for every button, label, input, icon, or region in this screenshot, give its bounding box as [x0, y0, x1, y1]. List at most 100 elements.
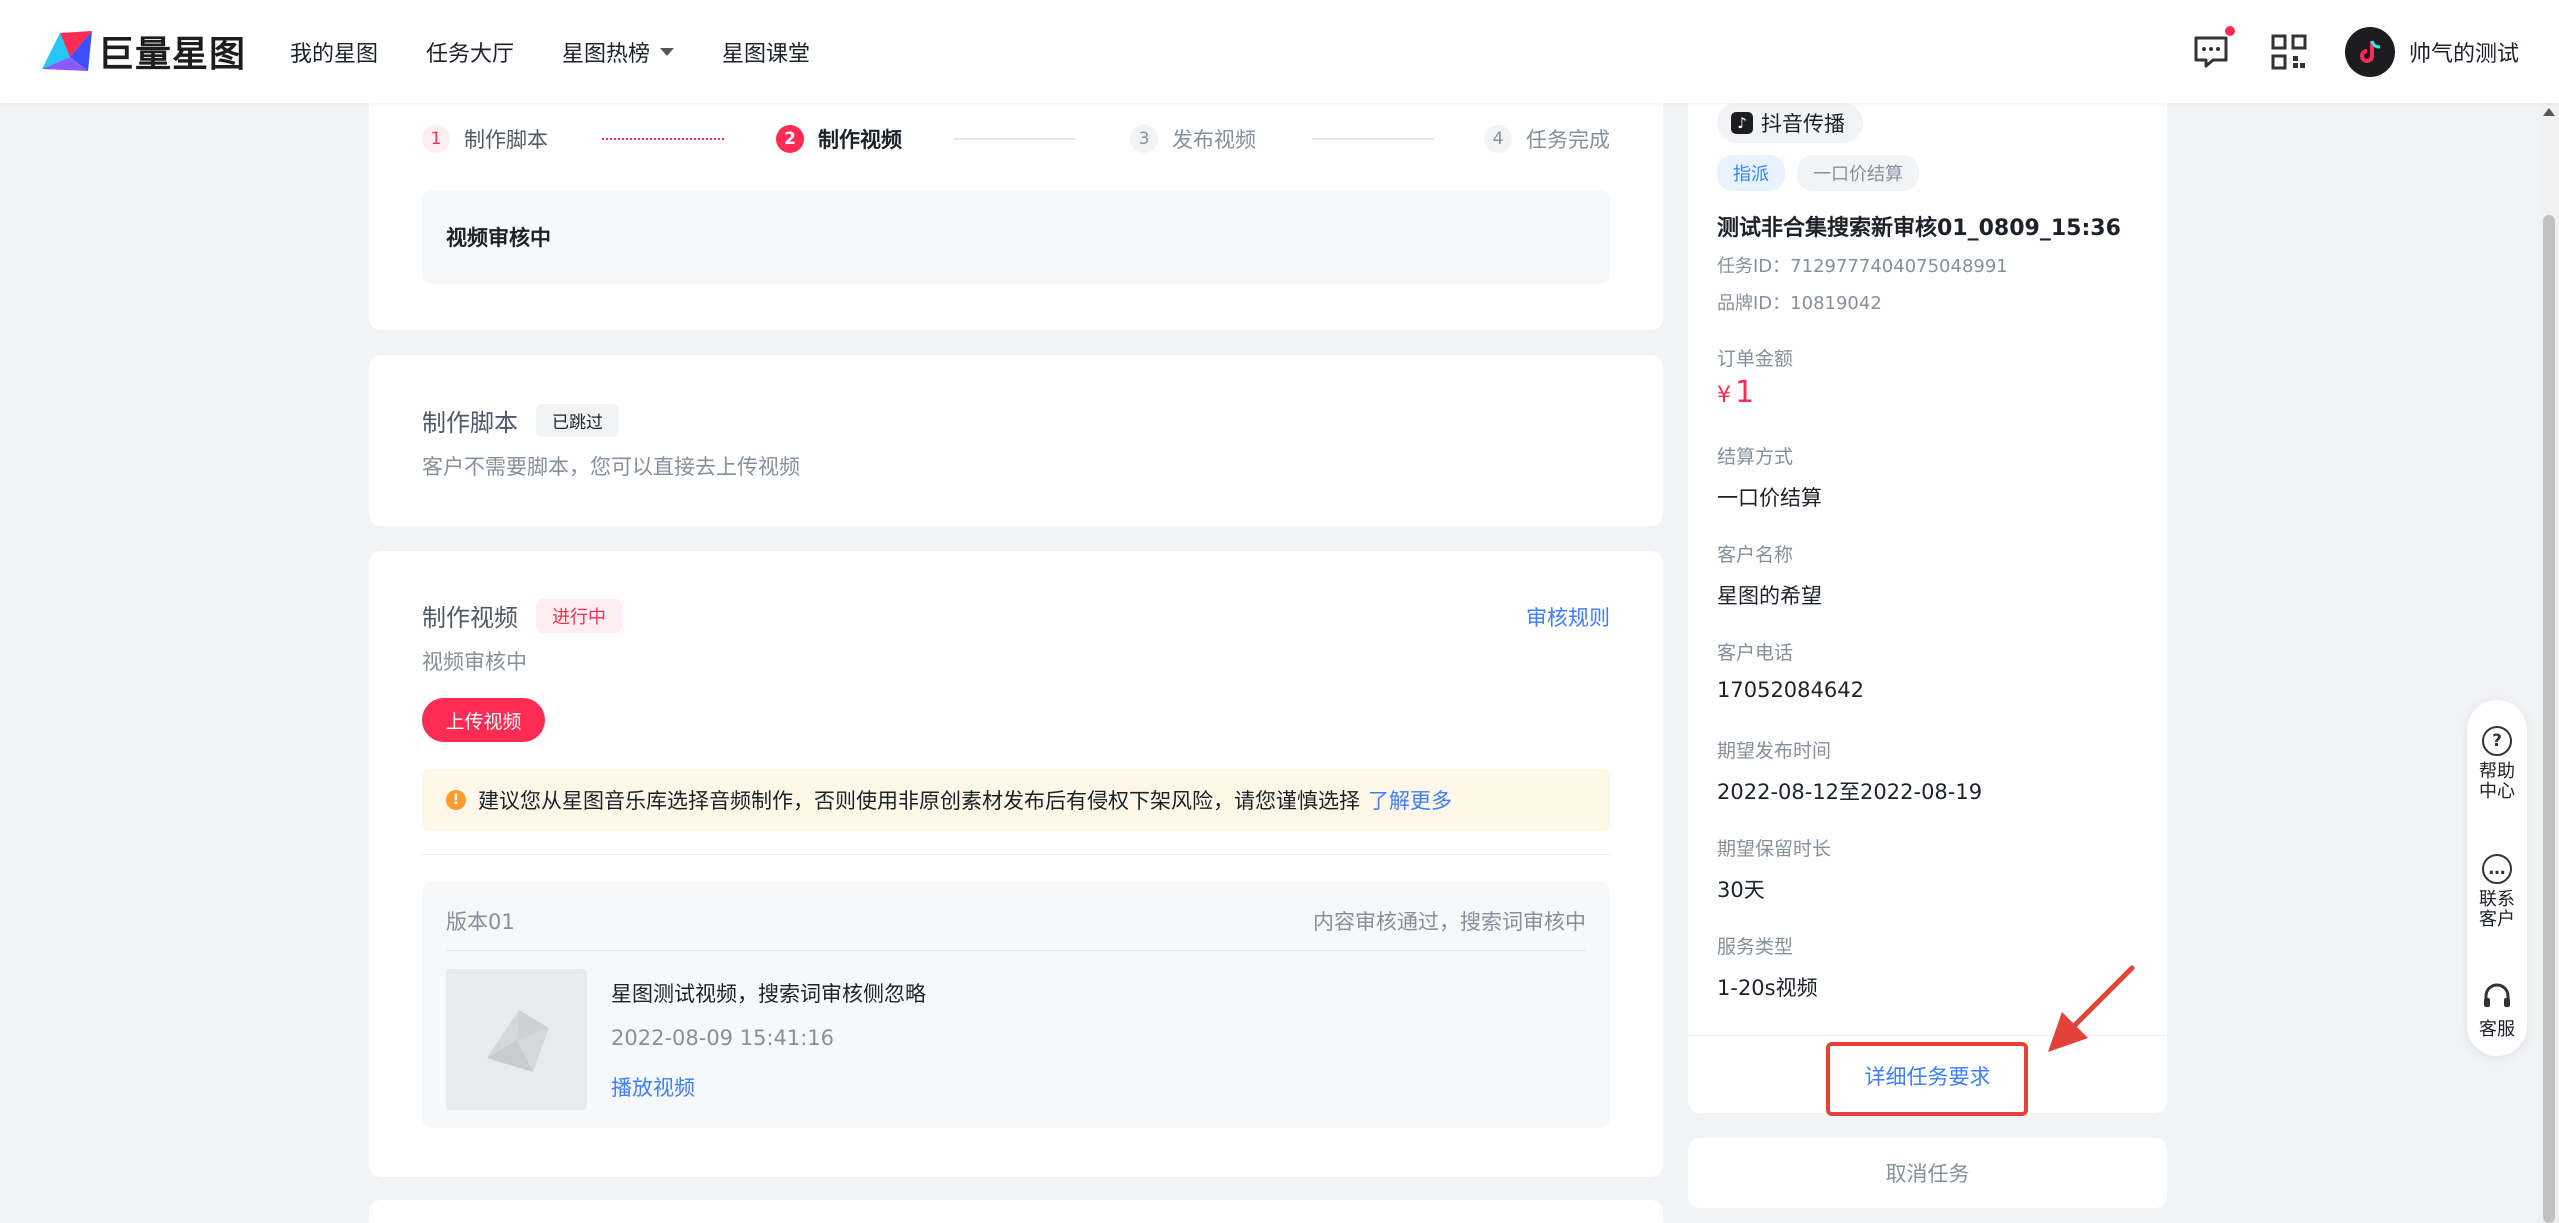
help-center-button[interactable]: ? 帮助 中心 [2467, 726, 2527, 802]
task-id: 任务ID：7129777404075048991 [1717, 256, 2008, 277]
audit-rules-link[interactable]: 审核规则 [1526, 602, 1610, 632]
client-name-value: 星图的希望 [1717, 584, 1822, 608]
step-complete: 4 任务完成 [1484, 124, 1610, 154]
learn-more-link[interactable]: 了解更多 [1368, 785, 1452, 815]
tool-label: 联系 [2479, 889, 2515, 910]
douyin-icon: ♪ [1731, 112, 1753, 134]
tool-label: 帮助 [2479, 761, 2515, 782]
star-placeholder-icon [486, 1009, 549, 1072]
top-header: 巨量星图 我的星图 任务大厅 星图热榜 星图课堂 帅气的测试 [0, 0, 2559, 103]
settlement-value: 一口价结算 [1717, 486, 1822, 510]
skipped-badge: 已跳过 [536, 404, 619, 437]
tiktok-note-icon [2360, 40, 2381, 63]
step-connector [602, 138, 724, 140]
progress-steps-card: 1 制作脚本 2 制作视频 3 发布视频 4 任务完成 视频审核中 [369, 80, 1663, 330]
tool-label: 客户 [2479, 909, 2515, 930]
question-icon: ? [2482, 726, 2512, 756]
tool-label: 中心 [2479, 781, 2515, 802]
step-label: 制作脚本 [464, 128, 548, 152]
brand-id: 品牌ID：10819042 [1717, 293, 1882, 314]
next-section-card [369, 1200, 1663, 1223]
chat-icon: … [2482, 854, 2512, 884]
version-status: 内容审核通过，搜索词审核中 [1313, 910, 1586, 934]
step-number: 2 [776, 125, 804, 153]
main-nav: 我的星图 任务大厅 星图热榜 星图课堂 [290, 0, 858, 103]
copyright-warning-bar: ! 建议您从星图音乐库选择音频制作，否则使用非原创素材发布后有侵权下架风险，请您… [422, 769, 1610, 831]
video-title: 星图测试视频，搜索词审核侧忽略 [611, 982, 926, 1006]
brand-logo[interactable]: 巨量星图 [40, 26, 246, 76]
video-title-row: 制作视频 进行中 [422, 598, 622, 633]
script-section-card: 制作脚本 已跳过 客户不需要脚本，您可以直接去上传视频 [369, 355, 1663, 526]
headset-icon [2484, 983, 2510, 1007]
step-label: 发布视频 [1172, 128, 1256, 152]
platform-label: 抖音传播 [1761, 112, 1845, 136]
notification-dot [2224, 25, 2235, 36]
avatar[interactable] [2344, 26, 2395, 77]
script-desc: 客户不需要脚本，您可以直接去上传视频 [422, 455, 800, 479]
scroll-up-icon[interactable] [2543, 108, 2555, 116]
client-name-label: 客户名称 [1717, 544, 1794, 566]
divider [446, 950, 1586, 951]
step-number: 1 [422, 125, 450, 153]
nav-classroom[interactable]: 星图课堂 [722, 36, 810, 68]
nav-task-hall[interactable]: 任务大厅 [426, 36, 514, 68]
video-thumbnail[interactable] [446, 969, 587, 1110]
video-status-text: 视频审核中 [422, 650, 527, 674]
retention-value: 30天 [1717, 878, 1765, 902]
step-label: 任务完成 [1526, 128, 1610, 152]
username[interactable]: 帅气的测试 [2409, 36, 2519, 68]
video-section-title: 制作视频 [422, 604, 518, 632]
contact-client-button[interactable]: … 联系 客户 [2467, 854, 2527, 930]
task-tags: 指派 一口价结算 [1717, 155, 1919, 191]
settlement-tag: 一口价结算 [1797, 155, 1919, 191]
review-status-box: 视频审核中 [422, 190, 1610, 284]
step-number: 3 [1130, 125, 1158, 153]
chevron-down-icon [660, 47, 675, 56]
divider [422, 854, 1610, 855]
client-phone-label: 客户电话 [1717, 642, 1794, 664]
nav-hot-list-label: 星图热榜 [562, 41, 651, 67]
client-phone-value: 17052084642 [1717, 678, 1864, 702]
nav-hot-list[interactable]: 星图热榜 [562, 36, 675, 68]
logo-icon [42, 31, 92, 71]
video-section-card: 制作视频 进行中 审核规则 视频审核中 上传视频 ! 建议您从星图音乐库选择音频… [369, 551, 1663, 1177]
scrollbar-thumb[interactable] [2543, 215, 2555, 1223]
version-label: 版本01 [446, 910, 515, 934]
floating-help-toolbar: ? 帮助 中心 … 联系 客户 客服 [2467, 700, 2527, 1056]
in-progress-badge: 进行中 [536, 598, 622, 633]
annotation-highlight-box [1826, 1042, 2028, 1116]
video-version-box: 版本01 内容审核通过，搜索词审核中 星图测试视频，搜索词审核侧忽略 2022-… [422, 882, 1610, 1128]
task-info-panel: ♪ 抖音传播 指派 一口价结算 测试非合集搜索新审核01_0809_15:36 … [1688, 80, 2167, 1113]
service-type-value: 1-20s视频 [1717, 976, 1818, 1000]
customer-service-button[interactable]: 客服 [2467, 980, 2527, 1040]
step-number: 4 [1484, 125, 1512, 153]
settlement-label: 结算方式 [1717, 446, 1794, 468]
step-connector [954, 138, 1076, 140]
task-title: 测试非合集搜索新审核01_0809_15:36 [1717, 216, 2121, 241]
assign-tag: 指派 [1717, 155, 1785, 191]
upload-video-button[interactable]: 上传视频 [422, 698, 545, 742]
qrcode-icon[interactable] [2269, 32, 2309, 72]
play-video-link[interactable]: 播放视频 [611, 1072, 695, 1102]
service-type-label: 服务类型 [1717, 936, 1794, 958]
step-video: 2 制作视频 [776, 124, 902, 154]
retention-label: 期望保留时长 [1717, 838, 1832, 860]
platform-tag: ♪ 抖音传播 [1717, 103, 1863, 143]
warning-icon: ! [446, 790, 466, 810]
warning-text: 建议您从星图音乐库选择音频制作，否则使用非原创素材发布后有侵权下架风险，请您谨慎… [478, 789, 1360, 813]
step-label: 制作视频 [818, 128, 902, 152]
price-number: 1 [1735, 375, 1755, 410]
brand-name: 巨量星图 [98, 34, 247, 75]
step-publish: 3 发布视频 [1130, 124, 1256, 154]
annotation-arrow-icon [2048, 965, 2135, 1052]
tool-label: 客服 [2479, 1019, 2515, 1040]
publish-time-label: 期望发布时间 [1717, 740, 1832, 762]
message-icon[interactable] [2191, 25, 2235, 72]
nav-my-xingtu[interactable]: 我的星图 [290, 36, 378, 68]
publish-time-value: 2022-08-12至2022-08-19 [1717, 780, 1983, 804]
video-upload-time: 2022-08-09 15:41:16 [611, 1026, 835, 1050]
step-connector [1312, 138, 1434, 140]
cancel-task-button[interactable]: 取消任务 [1688, 1138, 2167, 1208]
header-actions: 帅气的测试 [2153, 0, 2519, 103]
order-amount-value: ¥1 [1717, 375, 1754, 410]
